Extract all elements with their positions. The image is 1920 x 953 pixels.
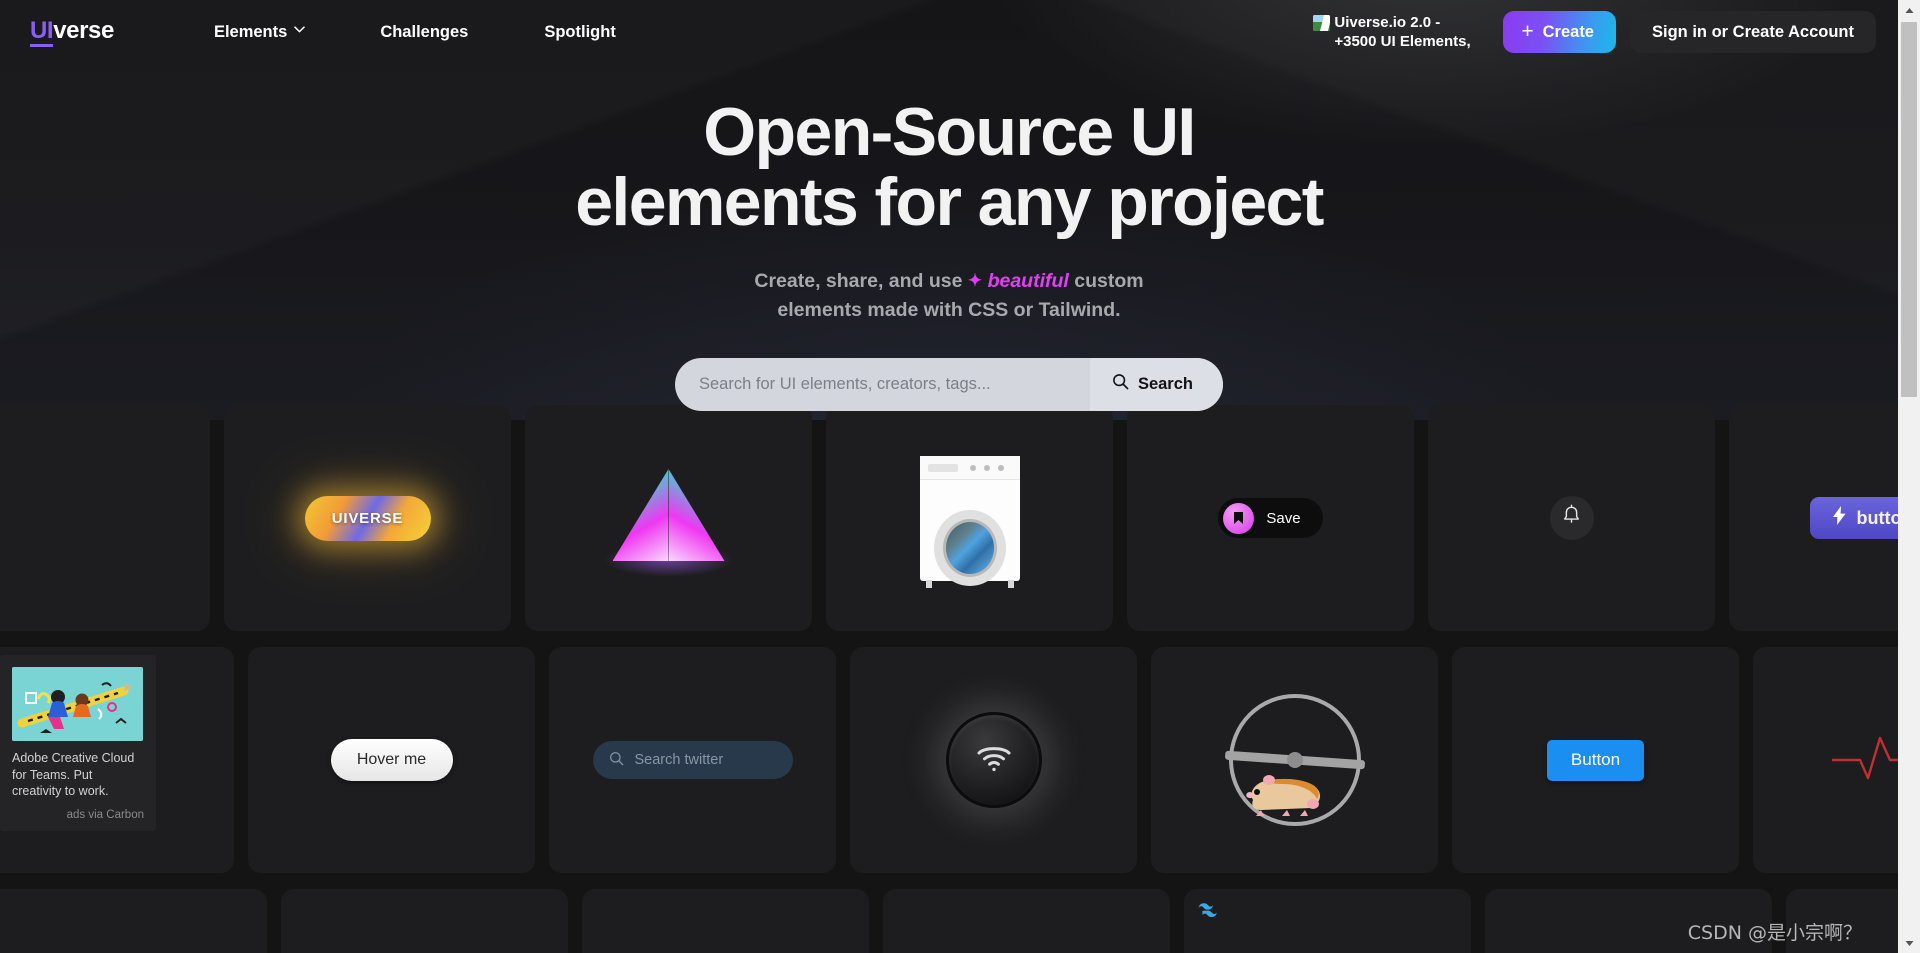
chevron-down-icon	[294, 26, 306, 36]
card-blue-button[interactable]: Button	[1452, 647, 1739, 873]
hero-subtitle-line-1: Create, share, and use ✦ beautiful custo…	[0, 267, 1898, 296]
card-save-button[interactable]: Save	[1127, 405, 1414, 631]
hover-me-button[interactable]: Hover me	[330, 739, 453, 781]
scrollbar-down-arrow[interactable]	[1898, 933, 1920, 953]
card-heartbeat-line[interactable]	[1753, 647, 1898, 873]
browser-viewport: UI verse Elements Challenges Spotlight U…	[0, 0, 1920, 953]
ad-attribution[interactable]: ads via Carbon	[12, 809, 144, 821]
card-placeholder-3[interactable]	[582, 889, 869, 953]
card-lightning-button[interactable]: button	[1729, 405, 1898, 631]
hero-section: Open-Source UI elements for any project …	[0, 64, 1898, 411]
vertical-scrollbar[interactable]	[1898, 0, 1920, 953]
ad-text[interactable]: Adobe Creative Cloud for Teams. Put crea…	[12, 750, 144, 800]
uiverse-glow-button[interactable]: UIVERSE	[304, 495, 431, 541]
subtitle-emphasis: beautiful	[987, 270, 1069, 293]
card-pyramid[interactable]	[525, 405, 812, 631]
scrollbar-thumb[interactable]	[1901, 22, 1917, 397]
sparkle-icon: ✦	[967, 271, 983, 291]
logo-prefix: UI	[30, 19, 54, 47]
uiverse-button-label: UIVERSE	[331, 509, 404, 527]
tailwind-icon	[1198, 903, 1224, 919]
lightning-button-label: button	[1856, 507, 1898, 528]
card-placeholder-2[interactable]	[281, 889, 568, 953]
search-icon	[609, 751, 624, 770]
search-input[interactable]	[675, 357, 1090, 411]
pyramid-face-left	[612, 469, 669, 561]
notification-bell-button[interactable]	[1549, 496, 1594, 540]
main-navigation: Elements Challenges Spotlight	[202, 15, 628, 50]
subtitle-prefix: Create, share, and use	[754, 270, 963, 293]
hamster-wheel-loader	[1224, 694, 1365, 826]
csdn-watermark: CSDN @是小宗啊？	[1687, 922, 1862, 944]
pyramid-face-right	[668, 469, 725, 561]
hamster-icon	[1243, 766, 1329, 818]
nav-item-challenges[interactable]: Challenges	[368, 15, 480, 50]
hero-title-line-1: Open-Source UI	[703, 94, 1196, 170]
scrollbar-up-arrow[interactable]	[1898, 0, 1920, 20]
heartbeat-icon	[1831, 730, 1898, 790]
card-washing-machine[interactable]	[826, 405, 1113, 631]
twitter-search-placeholder: Search twitter	[634, 752, 724, 768]
wifi-icon	[976, 744, 1012, 777]
elements-grid: UIVERSE Save butto Hover me Search twitt…	[0, 405, 1898, 953]
create-button-label: Create	[1542, 22, 1594, 41]
card-hamster-wheel-loader[interactable]	[1151, 647, 1438, 873]
hero-subtitle: Create, share, and use ✦ beautiful custo…	[0, 267, 1898, 325]
uiverse-logo[interactable]: UI verse	[30, 17, 114, 47]
broken-image-placeholder[interactable]: Uiverse.io 2.0 - +3500 UI Elements,	[1313, 13, 1481, 51]
carbon-ad[interactable]: Adobe Creative Cloud for Teams. Put crea…	[0, 655, 156, 831]
blue-button-label: Button	[1570, 750, 1621, 769]
wifi-toggle-button[interactable]	[945, 712, 1042, 808]
elements-row-2: More Hover me Search twitter	[0, 647, 1898, 873]
card-placeholder-5[interactable]	[1184, 889, 1471, 953]
nav-item-label: Challenges	[380, 22, 469, 41]
bell-icon	[1561, 504, 1582, 532]
hero-title-line-2: elements for any project	[575, 164, 1324, 241]
broken-image-icon	[1313, 14, 1331, 31]
logo-suffix: verse	[53, 17, 114, 45]
washing-machine-illustration	[919, 455, 1020, 588]
save-button-label: Save	[1266, 509, 1301, 527]
card-bell-button[interactable]	[1428, 405, 1715, 631]
lightning-icon	[1832, 506, 1846, 530]
blue-button[interactable]: Button	[1547, 739, 1644, 781]
header-actions: Uiverse.io 2.0 - +3500 UI Elements, + Cr…	[1313, 11, 1876, 53]
twitter-search-input[interactable]: Search twitter	[592, 741, 793, 779]
nav-item-elements[interactable]: Elements	[202, 15, 316, 50]
subtitle-middle: custom	[1074, 270, 1144, 293]
card-wifi-knob[interactable]	[850, 647, 1137, 873]
pyramid-shape	[603, 463, 734, 577]
nav-item-label: Elements	[213, 22, 288, 41]
ad-image[interactable]	[12, 667, 143, 741]
hover-me-label: Hover me	[356, 751, 427, 768]
hero-subtitle-line-2: elements made with CSS or Tailwind.	[777, 298, 1121, 321]
card-twitter-search[interactable]: Search twitter	[549, 647, 836, 873]
nav-item-label: Spotlight	[544, 22, 616, 41]
hero-search-bar: Search	[675, 357, 1223, 411]
site-header: UI verse Elements Challenges Spotlight U…	[0, 0, 1898, 64]
page-title: Open-Source UI elements for any project	[0, 97, 1898, 237]
sign-in-button[interactable]: Sign in or Create Account	[1630, 11, 1876, 53]
broken-image-alt-text: Uiverse.io 2.0 - +3500 UI Elements,	[1334, 13, 1471, 50]
lightning-button[interactable]: button	[1809, 497, 1898, 539]
card-empty-left[interactable]	[0, 405, 210, 631]
plus-icon: +	[1521, 19, 1534, 43]
elements-row-1: UIVERSE Save butto	[0, 405, 1898, 631]
elements-row-3	[0, 889, 1898, 953]
create-button[interactable]: + Create	[1503, 11, 1616, 53]
nav-item-spotlight[interactable]: Spotlight	[532, 15, 627, 50]
card-placeholder-4[interactable]	[883, 889, 1170, 953]
card-uiverse-glow-button[interactable]: UIVERSE	[224, 405, 511, 631]
page-content: UI verse Elements Challenges Spotlight U…	[0, 0, 1898, 953]
search-button[interactable]: Search	[1089, 357, 1223, 411]
card-placeholder-1[interactable]	[0, 889, 267, 953]
bookmark-icon	[1223, 502, 1255, 534]
search-icon	[1112, 373, 1129, 395]
search-button-label: Search	[1137, 374, 1193, 393]
card-hover-me-button[interactable]: Hover me	[248, 647, 535, 873]
save-button[interactable]: Save	[1218, 498, 1323, 538]
